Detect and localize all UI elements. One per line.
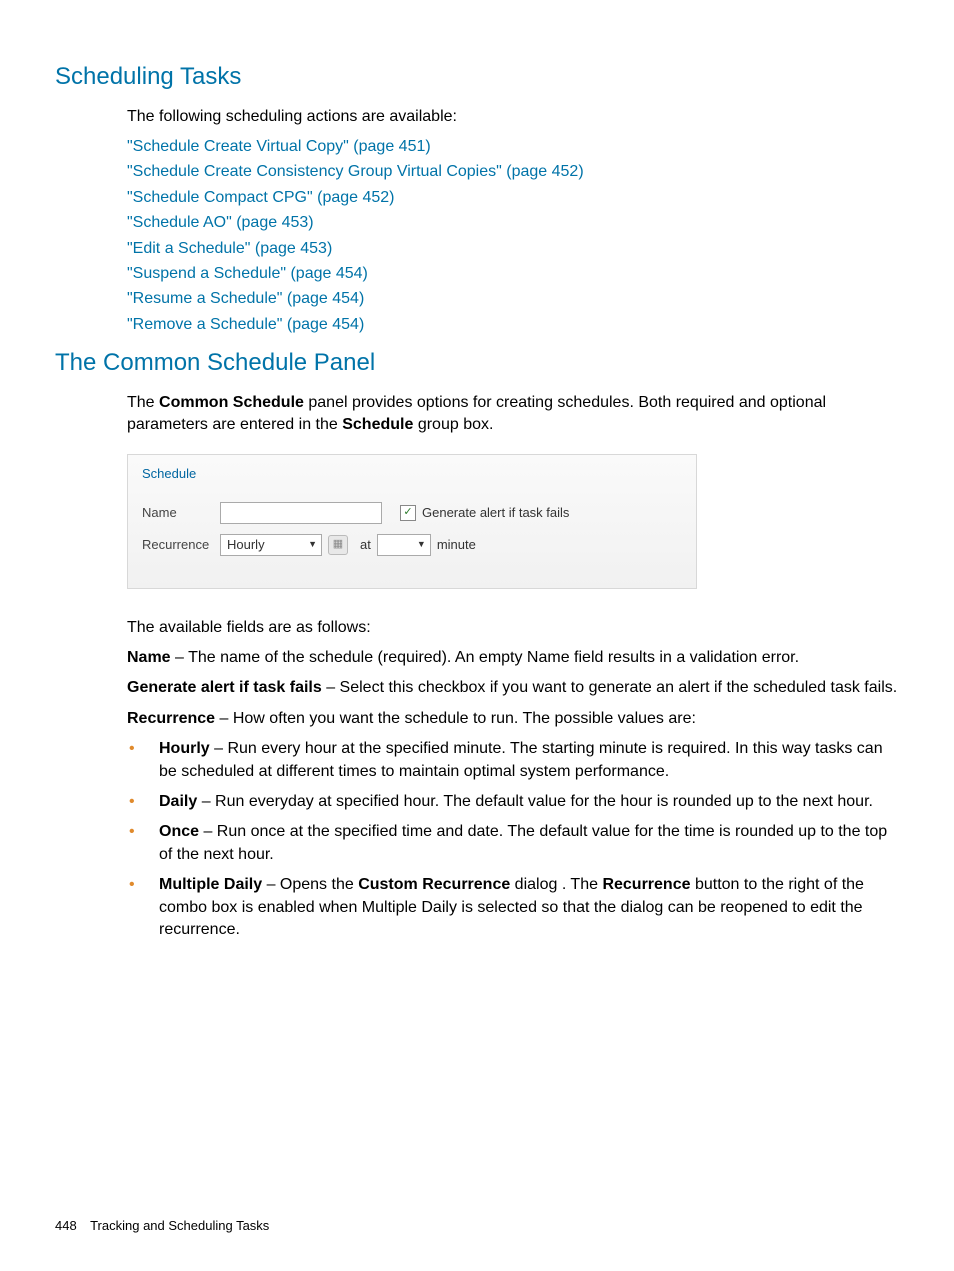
page-footer: 448 Tracking and Scheduling Tasks [55, 1217, 269, 1235]
schedule-group-title: Schedule [142, 465, 682, 483]
at-label: at [360, 536, 371, 554]
footer-chapter-title: Tracking and Scheduling Tasks [90, 1218, 269, 1233]
link-remove-schedule[interactable]: "Remove a Schedule" (page 454) [127, 316, 364, 333]
recurrence-label: Recurrence [142, 536, 220, 554]
fields-intro: The available fields are as follows: [127, 617, 899, 639]
link-edit-schedule[interactable]: "Edit a Schedule" (page 453) [127, 240, 332, 257]
link-create-consistency-group[interactable]: "Schedule Create Consistency Group Virtu… [127, 163, 584, 180]
intro-text: The following scheduling actions are ava… [127, 106, 899, 128]
generate-alert-label: Generate alert if task fails [422, 504, 569, 522]
schedule-panel-figure: Schedule Name ✓ Generate alert if task f… [127, 454, 697, 588]
link-resume-schedule[interactable]: "Resume a Schedule" (page 454) [127, 290, 364, 307]
field-name-desc: Name – The name of the schedule (require… [127, 647, 899, 669]
name-input[interactable] [220, 502, 382, 524]
bullet-hourly: Hourly – Run every hour at the specified… [127, 738, 899, 783]
chevron-down-icon: ▼ [417, 538, 426, 551]
link-suspend-schedule[interactable]: "Suspend a Schedule" (page 454) [127, 265, 368, 282]
chevron-down-icon: ▼ [308, 538, 317, 551]
field-recurrence-desc: Recurrence – How often you want the sche… [127, 708, 899, 730]
minute-label: minute [437, 536, 476, 554]
name-label: Name [142, 504, 220, 522]
recurrence-combo[interactable]: Hourly ▼ [220, 534, 322, 556]
minute-combo[interactable]: ▼ [377, 534, 431, 556]
bullet-once: Once – Run once at the specified time an… [127, 821, 899, 866]
heading-scheduling-tasks: Scheduling Tasks [55, 60, 899, 94]
recurrence-button[interactable]: ▦ [328, 535, 348, 555]
calendar-icon: ▦ [333, 537, 343, 552]
generate-alert-checkbox[interactable]: ✓ [400, 505, 416, 521]
link-schedule-ao[interactable]: "Schedule AO" (page 453) [127, 214, 314, 231]
heading-common-schedule-panel: The Common Schedule Panel [55, 346, 899, 380]
panel-intro-paragraph: The Common Schedule panel provides optio… [127, 392, 899, 437]
link-create-virtual-copy[interactable]: "Schedule Create Virtual Copy" (page 451… [127, 138, 431, 155]
field-alert-desc: Generate alert if task fails – Select th… [127, 677, 899, 699]
bullet-multiple-daily: Multiple Daily – Opens the Custom Recurr… [127, 874, 899, 941]
link-compact-cpg[interactable]: "Schedule Compact CPG" (page 452) [127, 189, 395, 206]
page-number: 448 [55, 1218, 77, 1233]
bullet-daily: Daily – Run everyday at specified hour. … [127, 791, 899, 813]
